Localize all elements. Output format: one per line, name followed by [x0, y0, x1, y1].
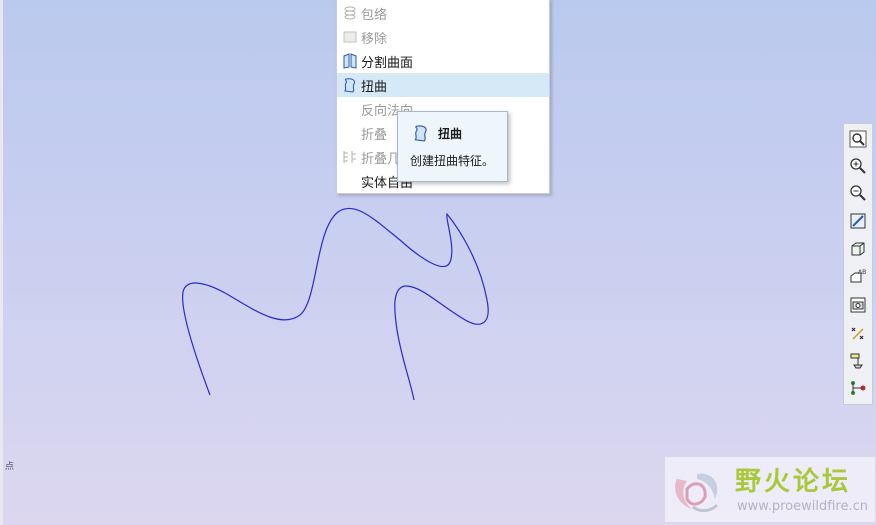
- menu-item-label: 移除: [361, 31, 388, 47]
- repaint-button[interactable]: [848, 211, 868, 231]
- fold-geometry-icon: [341, 148, 359, 166]
- warp-tooltip: 扭曲 创建扭曲特征。: [397, 111, 508, 182]
- wrap-icon: [341, 4, 359, 22]
- spin-center-button[interactable]: [848, 351, 868, 371]
- spin-center-icon: [850, 353, 863, 369]
- menu-item-split-surface[interactable]: 分割曲面: [337, 49, 549, 73]
- repaint-icon: [850, 213, 866, 229]
- saved-views-button[interactable]: [848, 239, 868, 259]
- warp-icon: [341, 76, 359, 94]
- svg-text:AB: AB: [858, 269, 866, 276]
- menu-item-label: 分割曲面: [361, 55, 414, 71]
- menu-item-label: 包络: [361, 7, 388, 23]
- menu-item-label: 折叠几: [361, 151, 401, 167]
- refit-button[interactable]: [848, 129, 868, 149]
- status-text: 点: [5, 462, 14, 472]
- zoom-in-button[interactable]: [848, 156, 868, 176]
- tooltip-title: 扭曲: [438, 127, 463, 141]
- warp-curve[interactable]: [182, 207, 489, 401]
- annotation-display-icon: [851, 381, 866, 395]
- saved-views-icon: [851, 242, 865, 256]
- refit-icon: [849, 130, 867, 148]
- datum-display-icon: [851, 327, 864, 340]
- datum-display-button[interactable]: [848, 323, 868, 343]
- menu-icon-spacer: [341, 124, 359, 142]
- menu-item-wrap[interactable]: 包络: [337, 1, 549, 25]
- forum-url: www.proewildfire.cn: [737, 499, 868, 514]
- snapshot-button[interactable]: [848, 295, 868, 315]
- menu-item-remove[interactable]: 移除: [337, 25, 549, 49]
- remove-icon: [341, 28, 359, 46]
- forum-logo-icon: [675, 473, 719, 513]
- warp-icon: [414, 125, 427, 142]
- tooltip-description: 创建扭曲特征。: [410, 154, 495, 168]
- menu-icon-spacer: [341, 100, 359, 118]
- view-manager-button[interactable]: AB: [848, 267, 868, 287]
- zoom-out-icon: [850, 185, 866, 201]
- forum-watermark: 野火论坛 www.proewildfire.cn: [665, 457, 875, 522]
- menu-item-label: 扭曲: [361, 79, 388, 95]
- snapshot-icon: [850, 297, 866, 313]
- menu-item-label: 折叠: [361, 127, 388, 143]
- annotation-display-button[interactable]: [848, 378, 868, 398]
- split-surface-icon: [341, 52, 359, 70]
- menu-item-warp[interactable]: 扭曲: [337, 73, 549, 97]
- view-manager-icon: AB: [850, 269, 866, 283]
- view-toolbar: AB: [843, 123, 873, 405]
- zoom-in-icon: [850, 158, 866, 174]
- menu-icon-spacer: [341, 172, 359, 190]
- forum-title: 野火论坛: [735, 467, 852, 497]
- zoom-out-button[interactable]: [848, 183, 868, 203]
